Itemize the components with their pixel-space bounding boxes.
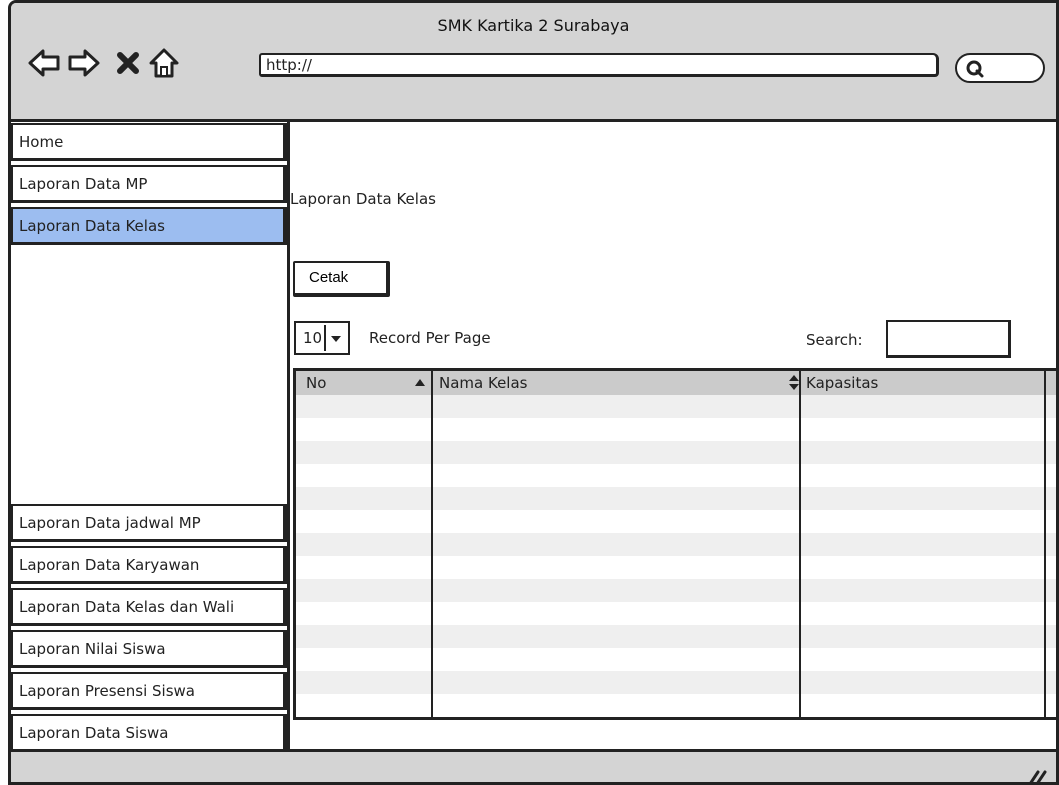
table-header: No Nama Kelas Kapasitas (296, 371, 1056, 395)
close-icon[interactable] (111, 46, 145, 80)
chevron-down-icon[interactable] (324, 325, 346, 351)
search-label: Search: (806, 331, 863, 349)
sidebar-item-laporan-presensi-siswa[interactable]: Laporan Presensi Siswa (11, 672, 287, 710)
print-button[interactable]: Cetak (293, 261, 390, 297)
table-row (296, 694, 1056, 717)
table-row (296, 487, 1056, 510)
search-icon (966, 60, 984, 78)
sidebar-item-laporan-data-mp[interactable]: Laporan Data MP (11, 165, 287, 203)
table-row (296, 625, 1056, 648)
resize-handle-icon[interactable] (1026, 768, 1048, 785)
table-row (296, 464, 1056, 487)
table-row (296, 510, 1056, 533)
table-row (296, 395, 1056, 418)
forward-arrow-icon[interactable] (67, 46, 101, 80)
sidebar-item-laporan-data-kelas-dan-wali[interactable]: Laporan Data Kelas dan Wali (11, 588, 287, 626)
sidebar-item-laporan-data-siswa[interactable]: Laporan Data Siswa (11, 714, 287, 752)
column-header-kapasitas[interactable]: Kapasitas (806, 374, 878, 392)
table-row (296, 533, 1056, 556)
table-row (296, 441, 1056, 464)
sidebar-item-laporan-data-kelas[interactable]: Laporan Data Kelas (11, 207, 287, 245)
column-divider (1044, 371, 1046, 717)
column-header-no[interactable]: No (306, 374, 326, 392)
records-per-page-label: Record Per Page (369, 329, 491, 347)
data-table: No Nama Kelas Kapasitas (293, 368, 1056, 720)
column-divider (799, 371, 801, 717)
page-title: Laporan Data Kelas (290, 190, 436, 208)
status-bar (11, 749, 1056, 785)
sort-ascending-icon[interactable] (414, 378, 426, 388)
sidebar-item-home[interactable]: Home (11, 123, 287, 161)
table-row (296, 648, 1056, 671)
column-divider (431, 371, 433, 717)
records-per-page-value: 10 (303, 329, 323, 347)
browser-toolbar: SMK Kartika 2 Surabaya http:// (11, 3, 1056, 122)
table-row (296, 671, 1056, 694)
back-arrow-icon[interactable] (27, 46, 61, 80)
sidebar-item-laporan-data-karyawan[interactable]: Laporan Data Karyawan (11, 546, 287, 584)
column-header-nama-kelas[interactable]: Nama Kelas (439, 374, 527, 392)
search-input[interactable] (886, 320, 1011, 358)
table-row (296, 556, 1056, 579)
table-row (296, 418, 1056, 441)
table-row (296, 579, 1056, 602)
sidebar-divider (287, 119, 290, 759)
browser-window: SMK Kartika 2 Surabaya http:// Home Lapo… (8, 0, 1059, 785)
url-input[interactable]: http:// (259, 53, 939, 77)
browser-search-button[interactable] (955, 53, 1045, 83)
table-row (296, 602, 1056, 625)
home-icon[interactable] (147, 46, 181, 80)
sidebar-item-laporan-data-jadwal-mp[interactable]: Laporan Data jadwal MP (11, 504, 287, 542)
window-title: SMK Kartika 2 Surabaya (437, 16, 630, 35)
sidebar-item-laporan-nilai-siswa[interactable]: Laporan Nilai Siswa (11, 630, 287, 668)
records-per-page-select[interactable]: 10 (294, 321, 350, 355)
